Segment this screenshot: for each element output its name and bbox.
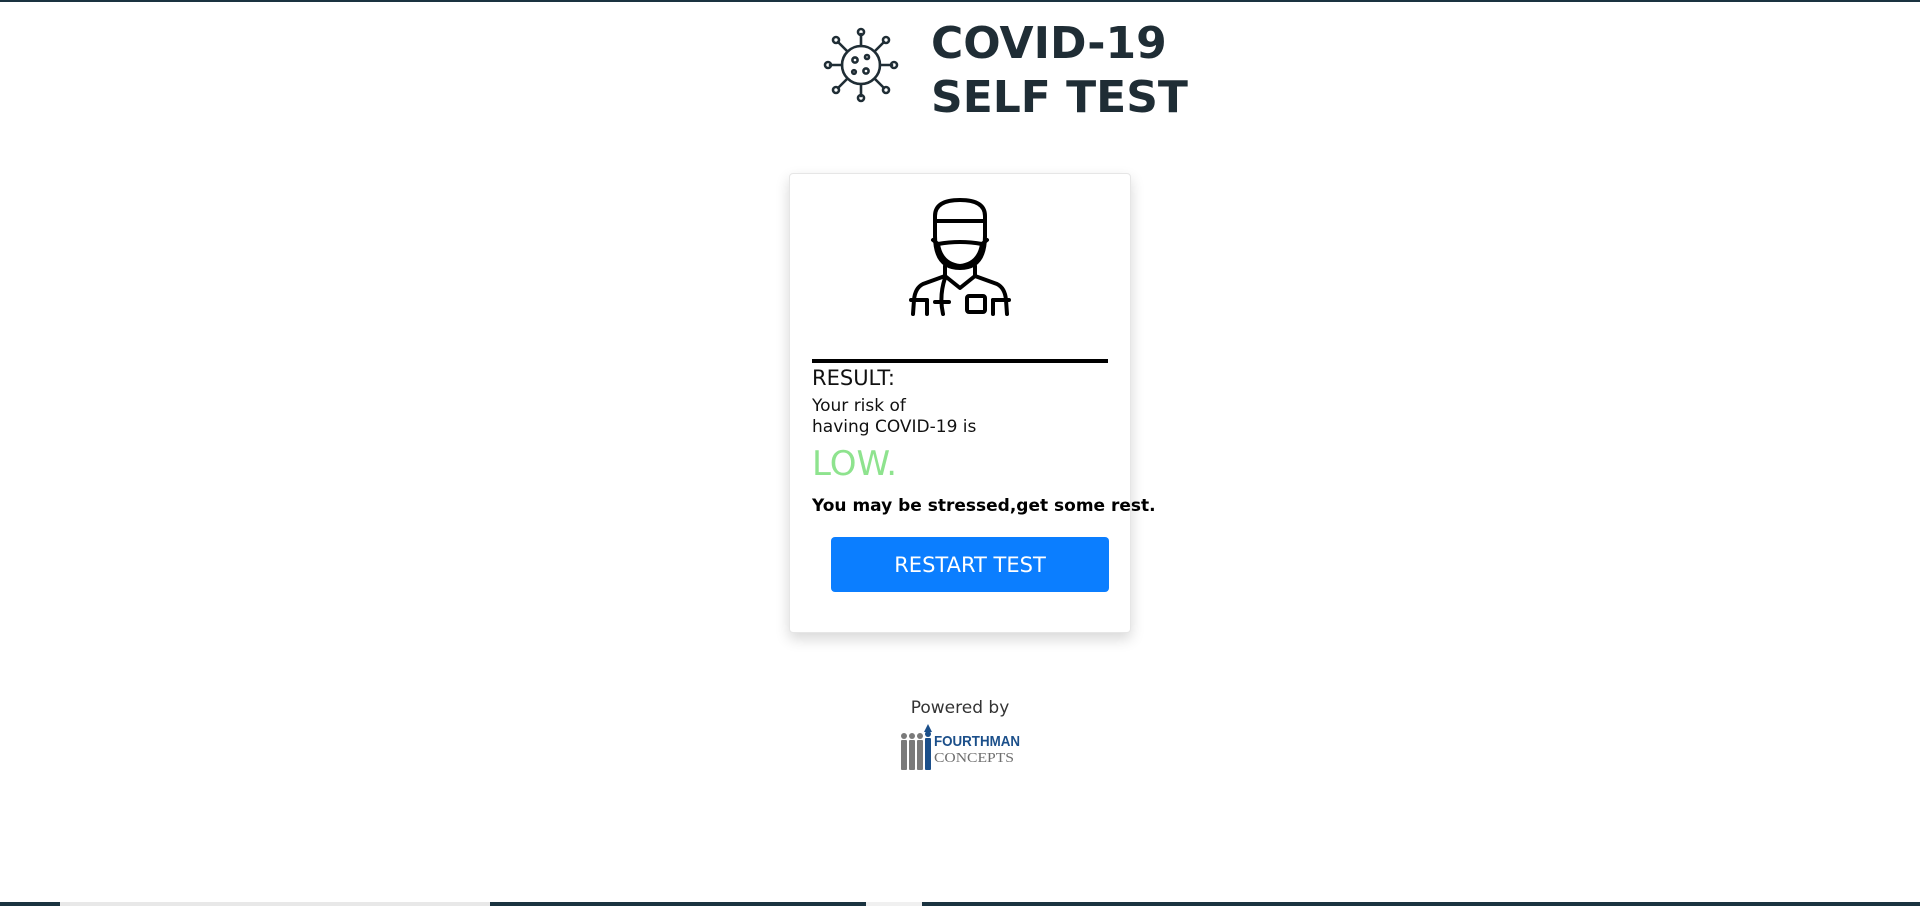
risk-level: LOW. xyxy=(812,444,898,484)
logo-text-line2: CONCEPTS xyxy=(934,751,1014,766)
fourthman-concepts-logo: FOURTHMAN CONCEPTS xyxy=(901,724,1020,770)
doctor-with-mask-icon xyxy=(909,198,1011,316)
result-label: RESULT: xyxy=(812,366,895,390)
page-header: COVID-19 SELF TEST xyxy=(822,18,1188,128)
page-title-line1: COVID-19 xyxy=(931,18,1167,69)
result-divider xyxy=(812,359,1108,363)
result-card: RESULT: Your risk of having COVID-19 is … xyxy=(789,173,1156,633)
top-border xyxy=(0,0,1920,2)
powered-by-text: Powered by xyxy=(910,698,1010,718)
virus-icon xyxy=(823,27,899,103)
risk-text-line2: having COVID-19 is xyxy=(812,417,977,437)
logo-text-line1: FOURTHMAN xyxy=(934,733,1020,750)
restart-test-button[interactable]: RESTART TEST xyxy=(831,537,1109,592)
horizontal-scrollbar-thumb[interactable] xyxy=(60,902,490,906)
page-title-line2: SELF TEST xyxy=(931,72,1188,123)
advice-text: You may be stressed,get some rest. xyxy=(812,496,1156,516)
bottom-bar-marker xyxy=(866,902,922,906)
risk-text-line1: Your risk of xyxy=(812,396,906,416)
